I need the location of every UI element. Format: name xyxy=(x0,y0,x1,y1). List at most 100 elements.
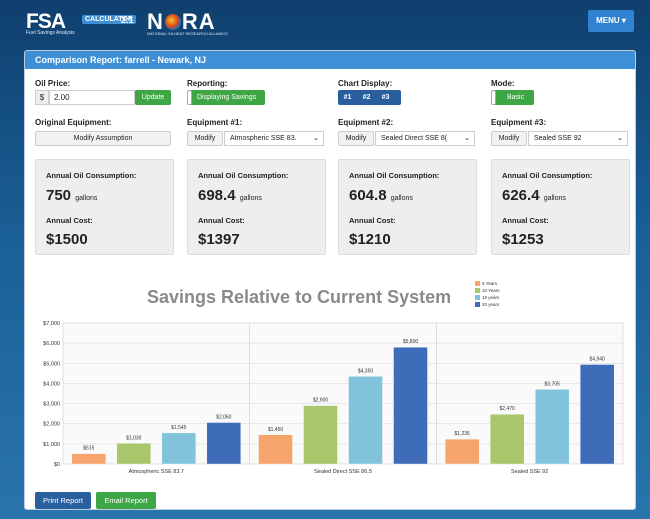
chevron-down-icon: ⌄ xyxy=(617,135,623,142)
bar xyxy=(71,453,107,465)
bar xyxy=(161,432,197,465)
bar-data-label: $5,800 xyxy=(403,339,419,345)
chevron-down-icon: ⌄ xyxy=(464,135,470,142)
version-label: 2.1 xyxy=(121,15,134,25)
legend-swatch xyxy=(475,302,480,307)
consumption-label: Annual Oil Consumption: xyxy=(349,171,440,180)
toggle-knob xyxy=(491,90,496,105)
equipment-2-select[interactable]: Sealed Direct SSE 8(⌄ xyxy=(375,131,475,146)
y-tick-label: $5,000 xyxy=(43,361,60,367)
bar-data-label: $2,900 xyxy=(313,398,329,404)
legend-item: 15 years xyxy=(475,294,500,301)
legend-swatch xyxy=(475,295,480,300)
email-report-button[interactable]: Email Report xyxy=(96,492,156,509)
cost-value: $1397 xyxy=(198,231,240,248)
chart-display-tabs: #1 #2 #3 xyxy=(338,90,401,105)
bar-data-label: $1,450 xyxy=(268,427,284,433)
oil-price-input[interactable]: 2.00 xyxy=(49,90,135,105)
cost-value: $1210 xyxy=(349,231,391,248)
toggle-knob xyxy=(187,90,192,105)
bar-data-label: $515 xyxy=(83,446,94,452)
equipment-3-card: Annual Oil Consumption: 626.4 gallons An… xyxy=(491,159,630,255)
y-tick-label: $7,000 xyxy=(43,321,60,327)
equipment-2-card: Annual Oil Consumption: 604.8 gallons An… xyxy=(338,159,477,255)
legend-label: 10 Years xyxy=(482,288,500,293)
bar xyxy=(303,405,338,465)
bar-data-label: $4,350 xyxy=(358,368,374,374)
bar-data-label: $2,060 xyxy=(216,415,232,421)
equipment-1-card: Annual Oil Consumption: 698.4 gallons An… xyxy=(187,159,326,255)
equipment-3-select[interactable]: Sealed SSE 92 ⌄ xyxy=(528,131,628,146)
bar xyxy=(534,389,570,465)
bar xyxy=(348,376,383,465)
original-equipment-card: Annual Oil Consumption: 750 gallons Annu… xyxy=(35,159,174,255)
equipment-3-label: Equipment #3: xyxy=(491,118,547,127)
consumption-value: 626.4 gallons xyxy=(502,187,566,204)
y-tick-label: $0 xyxy=(54,462,60,468)
y-tick-label: $4,000 xyxy=(43,381,60,387)
modify-equipment-3-button[interactable]: Modify xyxy=(491,131,527,146)
fsa-subtitle: Fuel Savings Analysis xyxy=(26,30,75,36)
original-equipment-label: Original Equipment: xyxy=(35,118,112,127)
bar xyxy=(579,364,615,465)
reporting-value: Displaying Savings xyxy=(197,94,257,101)
legend-item: 10 Years xyxy=(475,287,500,294)
legend-label: 15 years xyxy=(482,295,500,300)
report-title: Comparison Report: farrell - Newark, NJ xyxy=(25,51,635,69)
bar-data-label: $1,030 xyxy=(126,435,142,441)
x-tick-label: Sealed Direct SSE 86.5 xyxy=(314,469,372,475)
legend-label: 5 Years xyxy=(482,281,498,286)
bar-data-label: $2,470 xyxy=(500,406,516,412)
y-tick-label: $2,000 xyxy=(43,422,60,428)
consumption-label: Annual Oil Consumption: xyxy=(198,171,289,180)
chart-tab-3[interactable]: #3 xyxy=(376,90,395,105)
mode-label: Mode: xyxy=(491,79,515,88)
chart-tab-1[interactable]: #1 xyxy=(338,90,357,105)
bar-data-label: $1,545 xyxy=(171,425,187,431)
reporting-label: Reporting: xyxy=(187,79,228,88)
consumption-value: 698.4 gallons xyxy=(198,187,262,204)
chevron-down-icon: ⌄ xyxy=(313,135,319,142)
modify-equipment-1-button[interactable]: Modify xyxy=(187,131,223,146)
cost-label: Annual Cost: xyxy=(502,216,549,225)
bar xyxy=(206,422,242,465)
cost-value: $1253 xyxy=(502,231,544,248)
cost-label: Annual Cost: xyxy=(349,216,396,225)
equipment-2-label: Equipment #2: xyxy=(338,118,394,127)
oil-price-label: Oil Price: xyxy=(35,79,71,88)
x-tick-label: Atmospheric SSE 83.7 xyxy=(129,469,184,475)
bar-data-label: $3,705 xyxy=(545,381,561,387)
legend-label: 20 years xyxy=(482,302,500,307)
bar-data-label: $1,235 xyxy=(455,431,471,437)
x-tick-label: Sealed SSE 92 xyxy=(511,469,548,475)
modify-equipment-2-button[interactable]: Modify xyxy=(338,131,374,146)
y-tick-label: $6,000 xyxy=(43,341,60,347)
print-report-button[interactable]: Print Report xyxy=(35,492,91,509)
chart-tab-2[interactable]: #2 xyxy=(357,90,376,105)
bar xyxy=(393,346,428,465)
comparison-report-panel: Comparison Report: farrell - Newark, NJ … xyxy=(24,50,636,510)
menu-button[interactable]: MENU ▾ xyxy=(588,10,634,32)
consumption-value: 750 gallons xyxy=(46,187,98,204)
y-tick-label: $3,000 xyxy=(43,402,60,408)
consumption-value: 604.8 gallons xyxy=(349,187,413,204)
modify-assumption-button[interactable]: Modify Assumption xyxy=(35,131,171,146)
consumption-label: Annual Oil Consumption: xyxy=(46,171,137,180)
bar xyxy=(116,443,152,465)
legend-swatch xyxy=(475,281,480,286)
reporting-toggle[interactable]: Displaying Savings xyxy=(187,90,265,105)
chart-display-label: Chart Display: xyxy=(338,79,393,88)
equipment-1-select[interactable]: Atmospheric SSE 83. ⌄ xyxy=(224,131,324,146)
currency-addon: $ xyxy=(35,90,49,105)
update-button[interactable]: Update xyxy=(135,90,171,105)
y-tick-label: $1,000 xyxy=(43,442,60,448)
savings-bar-chart: $0 $1,000 $2,000 $3,000 $4,000 $5,000 $6,000 $7… xyxy=(43,321,624,475)
legend-swatch xyxy=(475,288,480,293)
legend-item: 20 years xyxy=(475,301,500,308)
consumption-label: Annual Oil Consumption: xyxy=(502,171,593,180)
chart-title: Savings Relative to Current System xyxy=(147,287,452,307)
mode-toggle[interactable]: Basic xyxy=(491,90,534,105)
bar xyxy=(489,414,525,465)
bar xyxy=(444,438,480,465)
top-bar: FSA CALCULATOR 2.1 Fuel Savings Analysis… xyxy=(0,0,650,44)
